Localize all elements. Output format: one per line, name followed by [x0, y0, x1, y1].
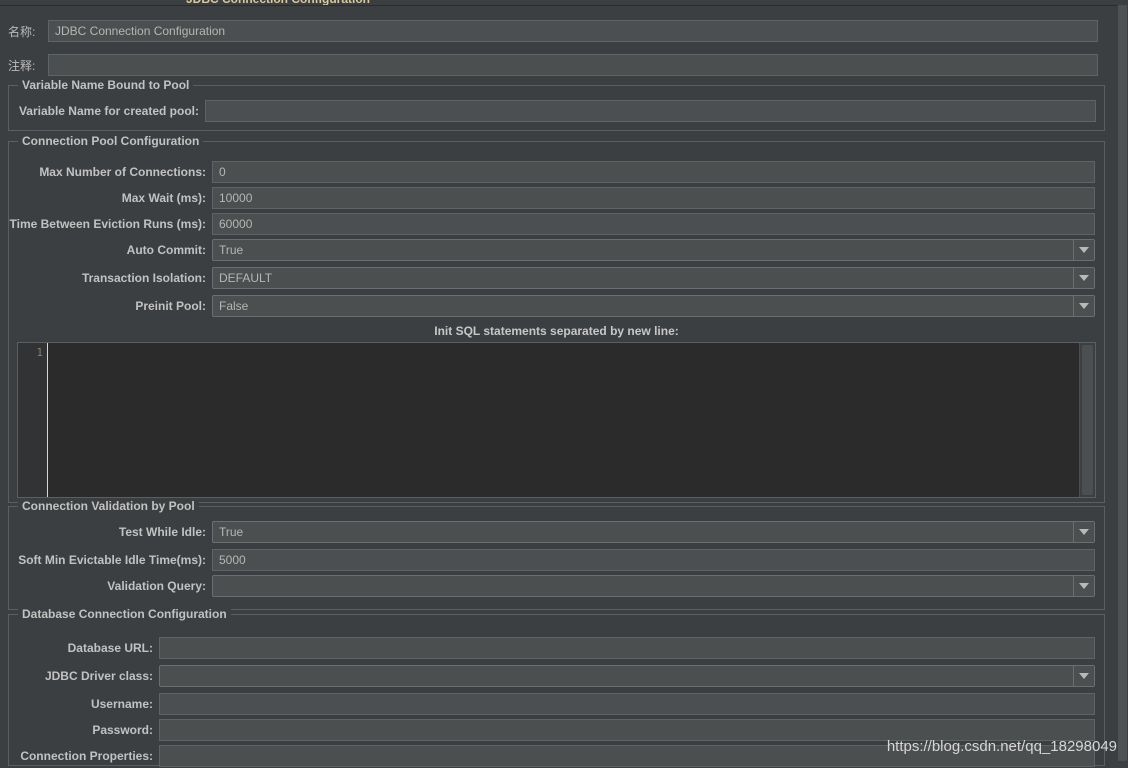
init-sql-caption: Init SQL statements separated by new lin…	[434, 324, 679, 338]
field-username: Username:	[9, 692, 1104, 716]
field-validation-query: Validation Query:	[9, 574, 1104, 598]
time-between-eviction-runs-label: Time Between Eviction Runs (ms):	[9, 217, 206, 231]
field-preinit-pool: Preinit Pool: False	[9, 294, 1104, 318]
init-sql-scrollbar-thumb[interactable]	[1082, 345, 1093, 495]
init-sql-editor[interactable]: 1	[17, 342, 1096, 498]
soft-min-evictable-idle-time-label: Soft Min Evictable Idle Time(ms):	[18, 553, 206, 567]
field-auto-commit: Auto Commit: True	[9, 238, 1104, 262]
jdbc-driver-class-label: JDBC Driver class:	[44, 669, 153, 683]
transaction-isolation-combo[interactable]: DEFAULT	[212, 267, 1095, 289]
validation-query-label: Validation Query:	[107, 579, 206, 593]
init-sql-line-number-gutter: 1	[18, 343, 48, 497]
init-sql-vertical-scrollbar[interactable]	[1079, 343, 1095, 497]
connection-properties-control	[159, 745, 1095, 767]
field-connection-properties: Connection Properties:	[9, 744, 1104, 768]
jdbc-driver-class-combo[interactable]	[159, 665, 1095, 687]
soft-min-evictable-idle-time-control: 5000	[212, 549, 1095, 571]
time-between-eviction-runs-control: 60000	[212, 213, 1095, 235]
field-soft-min-evictable-idle-time: Soft Min Evictable Idle Time(ms): 5000	[9, 548, 1104, 572]
time-between-eviction-runs-input[interactable]: 60000	[212, 213, 1095, 235]
transaction-isolation-label: Transaction Isolation:	[81, 271, 206, 285]
test-while-idle-value: True	[212, 521, 1095, 543]
group-variable-name-title: Variable Name Bound to Pool	[18, 78, 194, 92]
field-transaction-isolation: Transaction Isolation: DEFAULT	[9, 266, 1104, 290]
init-sql-text-area[interactable]	[49, 343, 1079, 497]
group-database-connection-title: Database Connection Configuration	[18, 607, 231, 621]
max-wait-control: 10000	[212, 187, 1095, 209]
group-connection-pool-configuration: Connection Pool Configuration Max Number…	[8, 134, 1105, 503]
jdbc-driver-class-value	[159, 665, 1095, 687]
name-input[interactable]: JDBC Connection Configuration	[48, 20, 1098, 42]
group-database-connection-configuration: Database Connection Configuration Databa…	[8, 607, 1105, 768]
group-connection-validation-by-pool: Connection Validation by Pool Test While…	[8, 499, 1105, 610]
auto-commit-chevron-down-icon[interactable]	[1073, 240, 1094, 260]
auto-commit-value: True	[212, 239, 1095, 261]
password-label: Password:	[92, 723, 153, 737]
max-number-of-connections-label: Max Number of Connections:	[39, 165, 206, 179]
comment-row: 注释:	[0, 53, 1105, 77]
field-database-url: Database URL:	[9, 636, 1104, 660]
validation-query-value	[212, 575, 1095, 597]
group-connection-validation-title: Connection Validation by Pool	[18, 499, 199, 513]
name-label: 名称:	[8, 24, 36, 39]
field-max-wait: Max Wait (ms): 10000	[9, 186, 1104, 210]
field-jdbc-driver-class: JDBC Driver class:	[9, 664, 1104, 688]
jdbc-driver-class-chevron-down-icon[interactable]	[1073, 666, 1094, 686]
transaction-isolation-value: DEFAULT	[212, 267, 1095, 289]
variable-name-for-created-pool-control	[205, 100, 1096, 122]
preinit-pool-label: Preinit Pool:	[135, 299, 206, 313]
password-control	[159, 719, 1095, 741]
init-sql-line-number: 1	[36, 346, 43, 359]
validation-query-chevron-down-icon[interactable]	[1073, 576, 1094, 596]
preinit-pool-chevron-down-icon[interactable]	[1073, 296, 1094, 316]
password-input[interactable]	[159, 719, 1095, 741]
jdbc-connection-configuration-panel: JDBC Connection Configuration 名称: JDBC C…	[0, 0, 1128, 767]
max-number-of-connections-control: 0	[212, 161, 1095, 183]
panel-scrollbar-thumb[interactable]	[1118, 5, 1127, 761]
field-time-between-eviction-runs: Time Between Eviction Runs (ms): 60000	[9, 212, 1104, 236]
comment-input[interactable]	[48, 54, 1098, 76]
username-control	[159, 693, 1095, 715]
validation-query-combo[interactable]	[212, 575, 1095, 597]
name-row: 名称: JDBC Connection Configuration	[0, 19, 1105, 43]
field-password: Password:	[9, 718, 1104, 742]
field-test-while-idle: Test While Idle: True	[9, 520, 1104, 544]
comment-label: 注释:	[8, 58, 36, 73]
database-url-input[interactable]	[159, 637, 1095, 659]
test-while-idle-label: Test While Idle:	[118, 525, 206, 539]
soft-min-evictable-idle-time-input[interactable]: 5000	[212, 549, 1095, 571]
field-max-number-of-connections: Max Number of Connections: 0	[9, 160, 1104, 184]
database-url-control	[159, 637, 1095, 659]
preinit-pool-combo[interactable]: False	[212, 295, 1095, 317]
database-url-label: Database URL:	[67, 641, 153, 655]
test-while-idle-chevron-down-icon[interactable]	[1073, 522, 1094, 542]
variable-name-for-created-pool-input[interactable]	[205, 100, 1096, 122]
group-variable-name-bound-to-pool: Variable Name Bound to Pool Variable Nam…	[8, 78, 1105, 131]
username-label: Username:	[90, 697, 153, 711]
group-connection-pool-title: Connection Pool Configuration	[18, 134, 204, 148]
variable-name-for-created-pool-label: Variable Name for created pool:	[18, 104, 199, 118]
max-wait-input[interactable]: 10000	[212, 187, 1095, 209]
max-wait-label: Max Wait (ms):	[121, 191, 206, 205]
panel-content: 名称: JDBC Connection Configuration 注释: Va…	[0, 5, 1117, 767]
field-variable-name-for-created-pool: Variable Name for created pool:	[9, 99, 1104, 123]
preinit-pool-value: False	[212, 295, 1095, 317]
panel-vertical-scrollbar[interactable]	[1117, 5, 1128, 761]
auto-commit-label: Auto Commit:	[126, 243, 206, 257]
test-while-idle-combo[interactable]: True	[212, 521, 1095, 543]
max-number-of-connections-input[interactable]: 0	[212, 161, 1095, 183]
transaction-isolation-chevron-down-icon[interactable]	[1073, 268, 1094, 288]
username-input[interactable]	[159, 693, 1095, 715]
auto-commit-combo[interactable]: True	[212, 239, 1095, 261]
connection-properties-input[interactable]	[159, 745, 1095, 767]
